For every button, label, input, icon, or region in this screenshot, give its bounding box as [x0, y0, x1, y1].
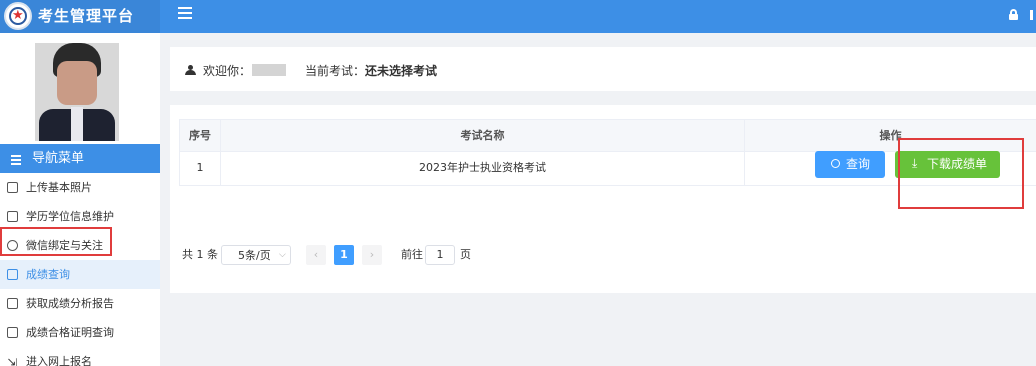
book-icon — [7, 211, 18, 222]
certificate-icon — [7, 327, 18, 338]
prev-page-button[interactable]: ‹ — [306, 245, 326, 265]
welcome-bar: 欢迎你： 当前考试：还未选择考试 — [170, 47, 1036, 91]
next-page-button[interactable]: › — [362, 245, 382, 265]
exam-table: 序号 考试名称 操作 1 2023年护士执业资格考试 — [179, 119, 1036, 186]
avatar — [35, 43, 119, 141]
top-bar: ★ 考生管理平台 — [0, 0, 1036, 33]
nav-menu-header[interactable]: 导航菜单 — [0, 144, 160, 173]
sidebar-item-score-query[interactable]: 成绩查询 — [0, 260, 160, 289]
report-icon — [7, 298, 18, 309]
app-title: 考生管理平台 — [38, 7, 135, 25]
brand-area: ★ 考生管理平台 — [0, 0, 160, 33]
chevron-down-icon: ⌵ — [279, 250, 286, 260]
sidebar-item-analysis-report[interactable]: 获取成绩分析报告 — [0, 289, 160, 318]
list-icon — [11, 155, 21, 165]
sidebar-item-upload-photo[interactable]: 上传基本照片 — [0, 173, 160, 202]
column-header-index: 序号 — [179, 120, 221, 151]
row-exam-name: 2023年护士执业资格考试 — [221, 152, 745, 185]
goto-page-input[interactable]: 1 — [425, 245, 455, 265]
enter-icon: ⇲ — [7, 356, 18, 366]
sidebar-item-label: 进入网上报名 — [26, 355, 92, 366]
sidebar-item-label: 学历学位信息维护 — [26, 210, 114, 223]
pagination-total: 共 1 条 — [182, 248, 218, 261]
sidebar: 导航菜单 上传基本照片 学历学位信息维护 微信绑定与关注 成绩查询 获取成绩分析… — [0, 33, 160, 366]
search-icon — [831, 159, 840, 168]
query-button[interactable]: 查询 — [815, 151, 885, 178]
page-size-value: 5条/页 — [238, 249, 271, 262]
hamburger-icon[interactable] — [178, 7, 192, 19]
sidebar-item-label: 成绩合格证明查询 — [26, 326, 114, 339]
sidebar-item-label: 上传基本照片 — [26, 181, 92, 194]
sidebar-item-online-registration[interactable]: ⇲ 进入网上报名 — [0, 347, 160, 366]
document-chart-icon — [7, 269, 18, 280]
logo-icon: ★ — [4, 2, 32, 30]
image-icon — [7, 182, 18, 193]
score-panel: 序号 考试名称 操作 1 2023年护士执业资格考试 查询 ⤓ 下载成绩单 共 … — [170, 105, 1036, 293]
query-button-label: 查询 — [846, 157, 871, 171]
current-exam: 当前考试：还未选择考试 — [305, 63, 437, 79]
user-name-redacted — [252, 64, 286, 76]
lock-icon[interactable] — [1009, 9, 1018, 20]
welcome-label: 欢迎你： — [203, 64, 252, 78]
nav-menu-title: 导航菜单 — [32, 151, 85, 166]
column-header-exam-name: 考试名称 — [221, 120, 745, 151]
sidebar-item-label: 获取成绩分析报告 — [26, 297, 114, 310]
page-number-current[interactable]: 1 — [334, 245, 354, 265]
sidebar-item-certificate-query[interactable]: 成绩合格证明查询 — [0, 318, 160, 347]
goto-label: 前往 — [401, 248, 423, 261]
page-size-select[interactable]: 5条/页 ⌵ — [221, 245, 291, 265]
highlight-box-score-query — [0, 227, 112, 256]
current-exam-value: 还未选择考试 — [365, 64, 438, 78]
current-exam-label: 当前考试： — [305, 64, 366, 78]
overflow-indicator[interactable] — [1030, 10, 1033, 20]
page-suffix: 页 — [460, 248, 471, 261]
row-index: 1 — [179, 152, 221, 185]
sidebar-item-label: 成绩查询 — [26, 268, 70, 281]
highlight-box-download — [898, 138, 1024, 209]
user-icon — [185, 65, 196, 75]
